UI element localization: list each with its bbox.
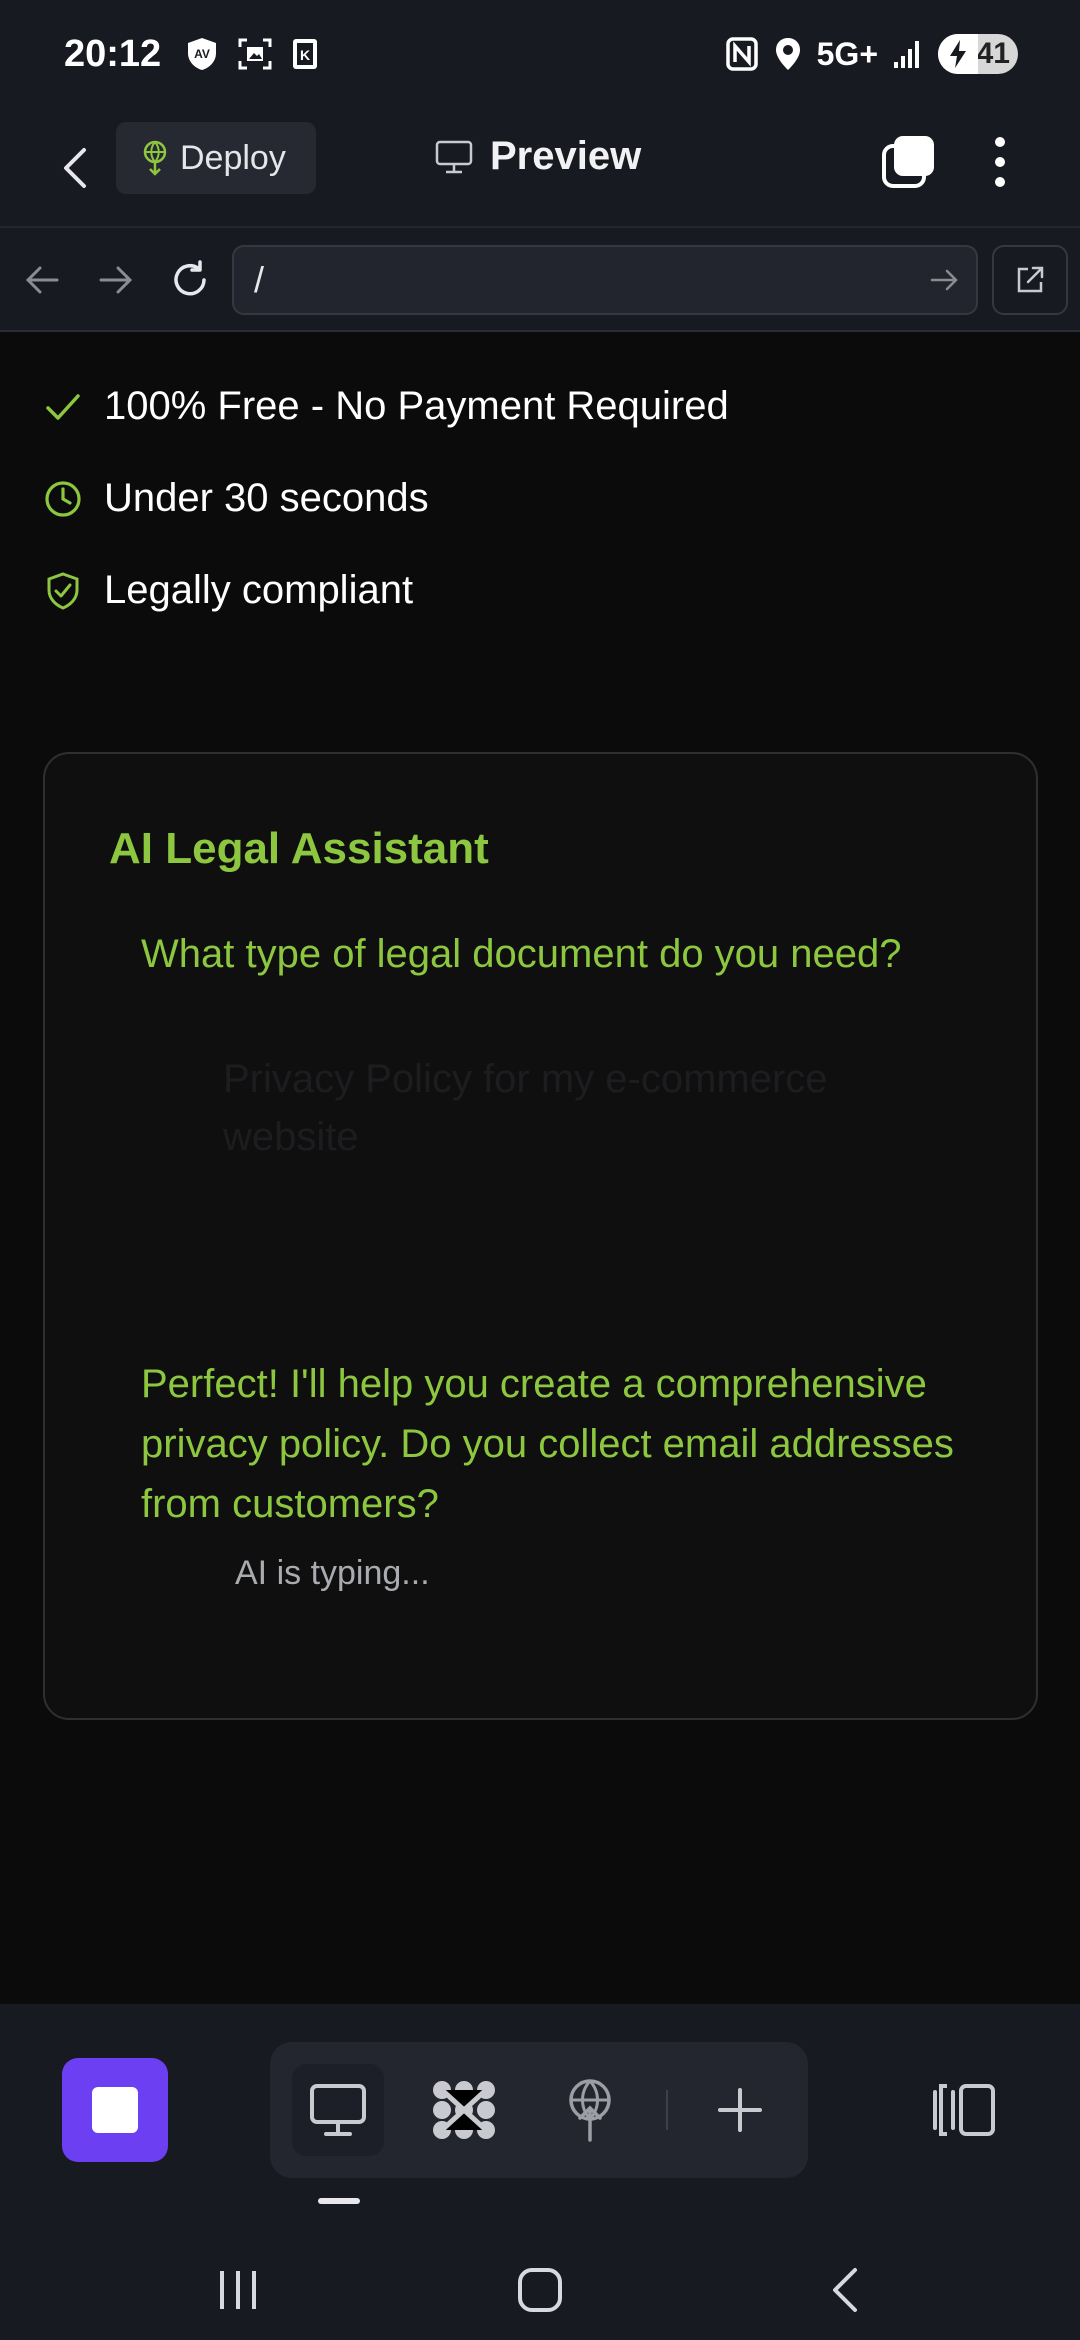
location-icon	[773, 36, 803, 72]
status-time: 20:12	[64, 32, 162, 75]
stop-button[interactable]	[62, 2058, 168, 2162]
feature-label: Under 30 seconds	[104, 476, 429, 520]
tabs-icon	[882, 136, 934, 188]
tabs-button[interactable]	[880, 134, 936, 190]
deploy-globe-icon	[569, 2079, 611, 2142]
signal-icon	[892, 38, 924, 70]
feature-compliant: Legally compliant	[44, 568, 413, 613]
shield-check-icon	[44, 571, 82, 610]
deploy-label: Deploy	[180, 138, 286, 177]
workflow-tool-button[interactable]	[418, 2064, 510, 2156]
feature-label: Legally compliant	[104, 568, 414, 612]
screenshot-icon	[237, 37, 273, 71]
ai-response-message: Perfect! I'll help you create a comprehe…	[141, 1362, 954, 1526]
monitor-icon	[310, 2084, 366, 2136]
clock-icon	[44, 480, 82, 518]
add-tool-button[interactable]	[694, 2064, 786, 2156]
charging-bolt-icon	[938, 34, 978, 74]
preview-tool-button[interactable]	[292, 2064, 384, 2156]
nodes-icon	[433, 2081, 495, 2139]
tool-group	[270, 2042, 808, 2178]
more-vertical-icon	[995, 137, 1005, 187]
browser-back-button[interactable]	[14, 252, 70, 308]
check-icon	[44, 388, 82, 426]
page-title: Preview	[490, 134, 642, 178]
panel-layout-icon	[933, 2084, 995, 2136]
home-icon	[518, 2268, 562, 2312]
k-box-icon: K	[291, 37, 319, 71]
more-options-button[interactable]	[980, 130, 1020, 194]
go-arrow-icon[interactable]	[928, 263, 962, 297]
screen: 20:12 AV K 5G+ 41 Deploy Preview / 100% …	[0, 0, 1080, 2340]
battery-level: 41	[976, 37, 1010, 70]
ai-question-message: What type of legal document do you need?	[141, 932, 902, 976]
assistant-card: AI Legal Assistant What type of legal do…	[43, 752, 1038, 1720]
deploy-tool-button[interactable]	[544, 2064, 636, 2156]
chevron-left-icon	[64, 148, 86, 188]
back-chevron-icon	[833, 2268, 857, 2312]
bottom-toolbar	[0, 2004, 1080, 2236]
network-type: 5G+	[816, 35, 878, 72]
arrow-right-icon	[99, 266, 133, 294]
reload-button[interactable]	[162, 252, 218, 308]
preview-title: Preview	[434, 134, 641, 179]
url-input[interactable]: /	[232, 245, 978, 315]
status-left: 20:12 AV K	[64, 33, 319, 76]
user-message: Privacy Policy for my e-commerce website	[223, 1057, 828, 1159]
deploy-button[interactable]: Deploy	[116, 122, 316, 194]
external-link-icon	[1017, 266, 1044, 293]
status-right: 5G+ 41	[725, 34, 1018, 74]
back-button[interactable]	[50, 138, 98, 198]
browser-forward-button[interactable]	[88, 252, 144, 308]
home-button[interactable]	[500, 2258, 580, 2322]
typing-indicator: AI is typing...	[235, 1554, 430, 1592]
active-tab-indicator	[318, 2198, 360, 2204]
nfc-icon	[725, 36, 759, 72]
svg-text:AV: AV	[194, 47, 210, 61]
recent-apps-button[interactable]	[198, 2258, 278, 2322]
system-back-button[interactable]	[804, 2258, 884, 2322]
app-header: Deploy Preview	[0, 108, 1080, 228]
stop-icon	[92, 2087, 138, 2133]
recent-apps-icon	[220, 2271, 256, 2309]
card-title: AI Legal Assistant	[109, 824, 489, 873]
svg-text:K: K	[300, 47, 310, 63]
status-bar: 20:12 AV K 5G+ 41	[0, 0, 1080, 108]
browser-toolbar: /	[0, 228, 1080, 332]
feature-label: 100% Free - No Payment Required	[104, 384, 729, 428]
feature-free: 100% Free - No Payment Required	[44, 384, 729, 429]
preview-page: 100% Free - No Payment Required Under 30…	[0, 332, 1080, 2004]
url-text: /	[254, 259, 265, 300]
reload-icon	[174, 260, 206, 296]
tool-divider	[666, 2090, 668, 2130]
system-navigation-bar	[0, 2236, 1080, 2340]
arrow-left-icon	[25, 266, 59, 294]
deploy-icon	[143, 140, 167, 176]
monitor-icon	[435, 140, 473, 173]
av-shield-icon: AV	[185, 36, 219, 72]
panel-toggle-button[interactable]	[928, 2060, 1000, 2160]
plus-icon	[718, 2088, 762, 2132]
feature-speed: Under 30 seconds	[44, 476, 429, 521]
battery-icon: 41	[938, 34, 1018, 74]
open-external-button[interactable]	[992, 245, 1068, 315]
